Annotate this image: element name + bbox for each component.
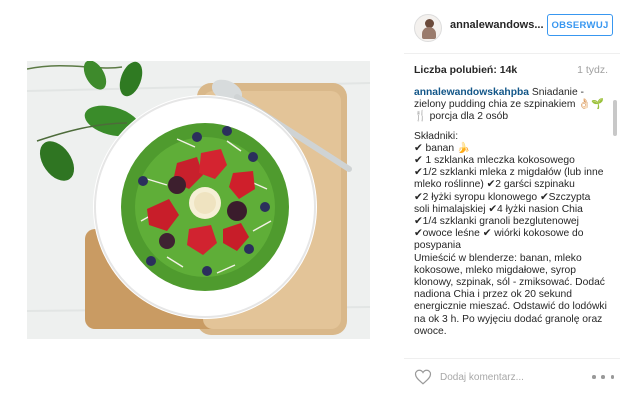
post-panel: annalewandows... OBSERWUJ Liczba polubie… bbox=[404, 0, 620, 396]
ingredients-header: Składniki: bbox=[414, 130, 459, 142]
instructions-text: Umieścić w blenderze: banan, mleko kokos… bbox=[414, 252, 607, 337]
header-divider bbox=[404, 53, 620, 54]
comment-input[interactable] bbox=[440, 369, 580, 385]
more-dot bbox=[610, 375, 614, 379]
ingredient-line: ✔ 1 szklanka mleczka kokosowego bbox=[414, 155, 575, 167]
comment-row bbox=[414, 368, 614, 386]
ingredient-line: ✔1/2 szklanki mleka z migdałów (lub inne… bbox=[414, 167, 604, 191]
avatar-body bbox=[422, 27, 436, 39]
ingredient-line: ✔1/4 szklanki granoli bezglutenowej ✔owo… bbox=[414, 216, 584, 252]
ingredient-line: ✔2 łyżki syropu klonowego ✔Szczypta soli… bbox=[414, 191, 591, 215]
likes-row: Liczba polubień: 14k 1 tydz. bbox=[414, 64, 608, 78]
post-time[interactable]: 1 tydz. bbox=[577, 64, 608, 76]
post-header: annalewandows... OBSERWUJ bbox=[412, 12, 613, 44]
scrollbar-thumb[interactable] bbox=[613, 100, 617, 136]
comment-divider bbox=[404, 358, 620, 359]
post-photo[interactable] bbox=[27, 61, 370, 339]
more-dot bbox=[592, 375, 596, 379]
smoothie-bowl-image bbox=[27, 61, 370, 339]
profile-avatar[interactable] bbox=[414, 14, 442, 42]
follow-button[interactable]: OBSERWUJ bbox=[547, 14, 613, 36]
username-link[interactable]: annalewandows... bbox=[450, 19, 544, 31]
ingredient-line: ✔ banan 🍌 bbox=[414, 142, 470, 154]
caption-author-link[interactable]: annalewandowskahpba bbox=[414, 87, 529, 98]
more-options-icon[interactable] bbox=[592, 368, 614, 386]
heart-outline-icon[interactable] bbox=[414, 368, 432, 386]
caption-gap bbox=[414, 124, 608, 131]
post-caption: annalewandowskahpba Śniadanie - zielony … bbox=[414, 87, 608, 353]
likes-count[interactable]: Liczba polubień: 14k bbox=[414, 64, 517, 76]
caption-scrollbar[interactable] bbox=[613, 86, 618, 354]
more-dot bbox=[601, 375, 605, 379]
